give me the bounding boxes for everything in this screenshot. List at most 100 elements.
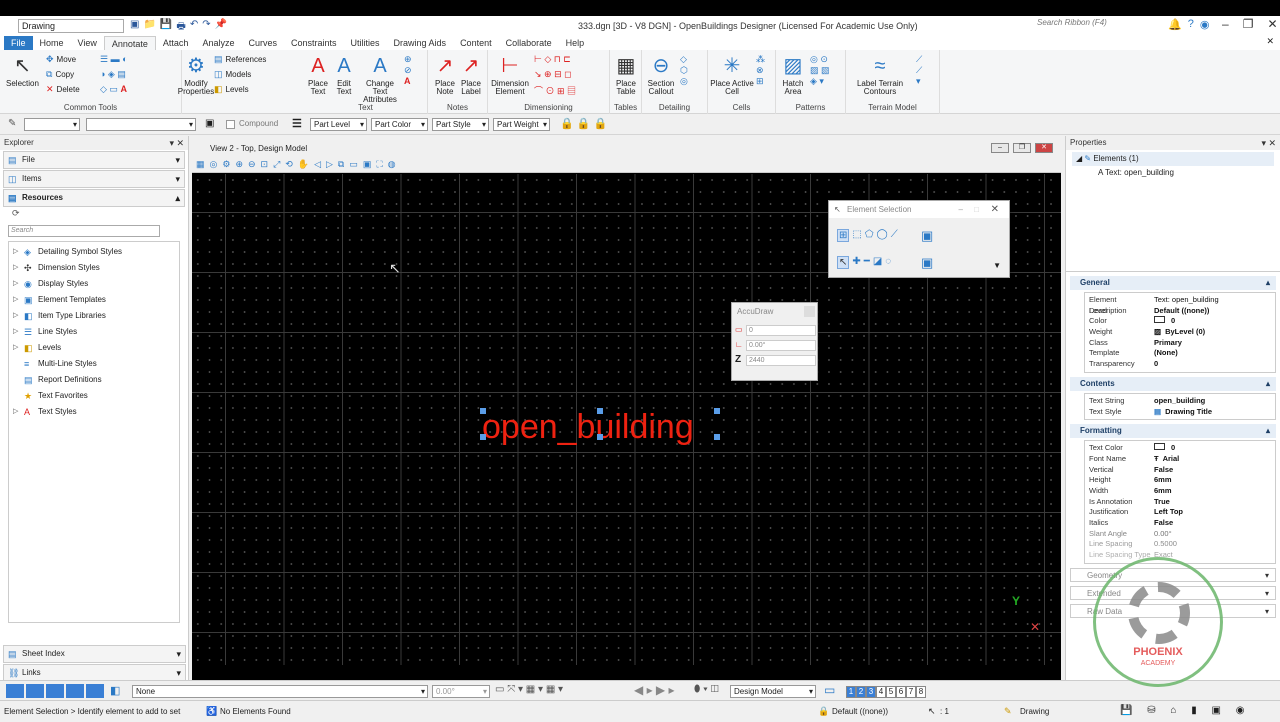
selection-handle[interactable] [480, 434, 486, 440]
rotate-view-icon[interactable]: ⟲ [285, 159, 293, 170]
prop-row[interactable]: Text Color 0 [1085, 443, 1275, 454]
modify-properties-button[interactable]: ⚙ Modify Properties [178, 54, 214, 96]
detailing-tools[interactable]: ◇ ⬡ ◎ [680, 54, 688, 87]
tree-root-elements[interactable]: ◢ ✎ Elements (1) [1072, 152, 1274, 166]
section-callout-button[interactable]: ⊖ Section Callout [644, 54, 678, 96]
tree-child-text[interactable]: A Text: open_building [1072, 166, 1274, 180]
edit-text-button[interactable]: A Edit Text [332, 54, 356, 96]
tab-utilities[interactable]: Utilities [344, 36, 387, 50]
part-weight-combo[interactable]: Part Weight [493, 118, 550, 131]
select-all-icon[interactable]: ▣ [921, 255, 933, 271]
explorer-resources-section[interactable]: ▤ Resources ▴ [3, 189, 185, 207]
model-combo[interactable]: Design Model [730, 685, 816, 698]
view-group-icon[interactable] [66, 684, 84, 698]
notification-icon[interactable]: 🔔 [1168, 18, 1182, 31]
accudraw-close-icon[interactable] [804, 306, 815, 317]
redo-icon[interactable]: ↷ [202, 19, 210, 36]
circle-select-icon[interactable]: ◯ [877, 229, 888, 242]
view-8-button[interactable]: 8 [916, 686, 926, 698]
block-select-icon[interactable]: ⬚ [852, 229, 861, 242]
prop-row[interactable]: Text Style ▤ Drawing Title [1085, 407, 1275, 418]
close-icon[interactable]: ✕ [1267, 17, 1277, 31]
render-icon[interactable]: ◍ [388, 159, 396, 170]
line-select-icon[interactable]: ⟋ [891, 229, 898, 242]
copy-button[interactable]: ⧉ Copy [46, 69, 74, 80]
tab-constraints[interactable]: Constraints [284, 36, 344, 50]
prop-row[interactable]: Width 6mm [1085, 486, 1275, 497]
view-close-icon[interactable]: ✕ [1035, 143, 1053, 153]
zoom-in-icon[interactable]: ⊕ [235, 159, 243, 170]
tree-item-detailing-symbol-styles[interactable]: ▷ ◈ Detailing Symbol Styles [9, 244, 179, 260]
expand-icon[interactable]: ▷ [13, 292, 20, 308]
part-level-combo[interactable]: Part Level [310, 118, 367, 131]
prop-row[interactable]: Font Name Ŧ Arial [1085, 454, 1275, 465]
prop-row[interactable]: Level Default ((none)) [1085, 306, 1275, 317]
explorer-close-icon[interactable]: ▾ ✕ [169, 136, 184, 150]
explorer-search-input[interactable]: Search [8, 225, 160, 237]
camera-icon[interactable]: ⛶ [376, 159, 382, 170]
expand-icon[interactable]: ▷ [13, 324, 20, 340]
dialog-expand-icon[interactable]: ▼ [993, 261, 1001, 270]
tab-analyze[interactable]: Analyze [195, 36, 241, 50]
prop-row[interactable]: Element Description Text: open_building [1085, 295, 1275, 315]
label-terrain-contours-button[interactable]: ≈ Label Terrain Contours [848, 54, 912, 96]
view-6-button[interactable]: 6 [896, 686, 906, 698]
selection-handle[interactable] [714, 408, 720, 414]
tab-drawing-aids[interactable]: Drawing Aids [387, 36, 454, 50]
selection-handle[interactable] [597, 408, 603, 414]
zoom-out-icon[interactable]: ⊖ [248, 159, 256, 170]
tree-item-line-styles[interactable]: ▷ ☰ Line Styles [9, 324, 179, 340]
move-button[interactable]: ✥ Move [46, 54, 76, 65]
tab-help[interactable]: Help [559, 36, 592, 50]
previous-view-icon[interactable]: ◁ [314, 159, 321, 170]
restore-icon[interactable]: ❐ [1243, 17, 1254, 31]
prop-row[interactable]: Transparency 0 [1085, 359, 1275, 370]
subtract-selection-icon[interactable]: ━ [864, 256, 870, 269]
help-icon[interactable]: ? [1188, 18, 1194, 31]
dimension-tools-3[interactable]: ⌒ ⊙ ⊞ ▤ [534, 84, 576, 97]
tree-item-text-styles[interactable]: ▷ A Text Styles [9, 404, 179, 420]
place-note-button[interactable]: ↗ Place Note [432, 54, 458, 96]
accudraw-distance-field[interactable]: 0 [746, 325, 816, 336]
view-minimize-icon[interactable]: – [991, 143, 1009, 153]
shape-tools[interactable]: ◇ ▭ A [100, 84, 127, 95]
next-view-icon[interactable]: ▷ [326, 159, 333, 170]
dimension-tools-2[interactable]: ↘ ⊕ ⊟ ◻ [534, 69, 572, 80]
selection-handle[interactable] [480, 408, 486, 414]
level-combo[interactable] [24, 118, 80, 131]
clear-mode-icon[interactable]: ◌ [885, 256, 891, 269]
expand-icon[interactable]: ▷ [13, 308, 20, 324]
prop-row[interactable]: Weight ▨ ByLevel (0) [1085, 327, 1275, 338]
tab-attach[interactable]: Attach [156, 36, 196, 50]
delete-button[interactable]: ✕ Delete [46, 84, 80, 95]
view-3-button[interactable]: 3 [866, 686, 876, 698]
prop-row[interactable]: Italics False [1085, 518, 1275, 529]
tab-collaborate[interactable]: Collaborate [499, 36, 559, 50]
properties-close-icon[interactable]: ▾ ✕ [1261, 136, 1276, 150]
prop-row[interactable]: Class Primary [1085, 338, 1275, 349]
view-group-icon[interactable] [26, 684, 44, 698]
change-text-attributes-button[interactable]: A Change Text Attributes [358, 54, 402, 104]
user-icon[interactable]: ◉ [1200, 18, 1210, 31]
prop-row[interactable]: Vertical False [1085, 465, 1275, 476]
accudraw-angle-field[interactable]: 0.00° [746, 340, 816, 351]
place-text-button[interactable]: A Place Text [306, 54, 330, 96]
model-switch-icon[interactable]: ⬮ ▾ ◫ [694, 684, 719, 695]
view-7-button[interactable]: 7 [906, 686, 916, 698]
prop-row[interactable]: Text String open_building [1085, 396, 1275, 407]
tree-item-levels[interactable]: ▷ ◧ Levels [9, 340, 179, 356]
selection-handle[interactable] [714, 434, 720, 440]
general-section-header[interactable]: General ▴ [1070, 276, 1276, 290]
terrain-tools[interactable]: ⟋ ⟋ ▾ [916, 54, 922, 87]
tree-item-text-favorites[interactable]: ★ Text Favorites [9, 388, 179, 404]
workspace-select[interactable]: Drawing [18, 19, 124, 33]
contents-section-header[interactable]: Contents ▴ [1070, 376, 1276, 391]
tab-home[interactable]: Home [33, 36, 71, 50]
clip-volume-icon[interactable]: ▣ [363, 159, 372, 170]
invert-selection-icon[interactable]: ◪ [873, 256, 882, 269]
display-style-icon[interactable]: ◎ [210, 159, 218, 170]
prop-row[interactable]: Height 6mm [1085, 475, 1275, 486]
expand-icon[interactable]: ▷ [13, 340, 20, 356]
save-icon[interactable]: 💾 [160, 19, 172, 36]
pin-icon[interactable]: 📌 [215, 19, 227, 36]
